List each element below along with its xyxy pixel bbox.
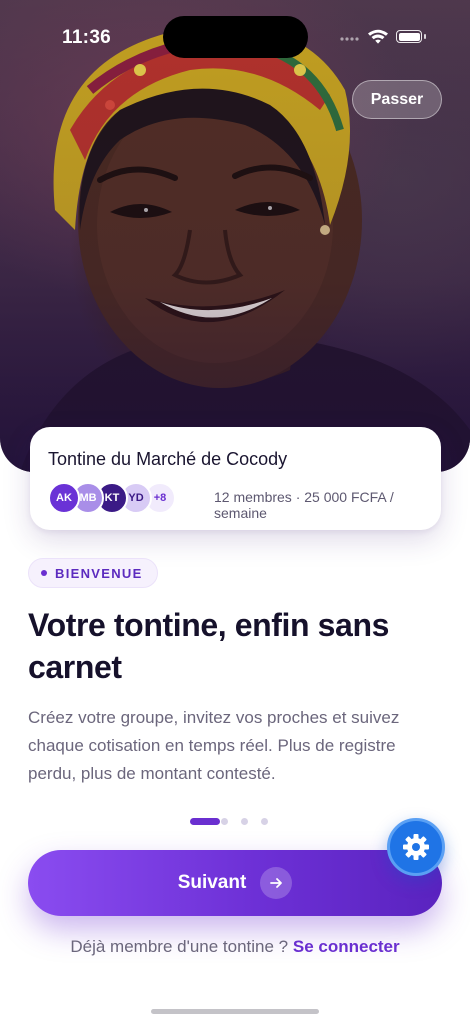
pagination-dot[interactable] bbox=[261, 818, 268, 825]
login-link[interactable]: Se connecter bbox=[293, 937, 400, 956]
login-prompt: Déjà membre d'une tontine ? Se connecter bbox=[0, 937, 470, 957]
wifi-icon bbox=[368, 29, 388, 44]
pagination-dot-active[interactable] bbox=[190, 818, 220, 825]
welcome-badge: BIENVENUE bbox=[28, 558, 158, 588]
next-button-label: Suivant bbox=[177, 872, 247, 893]
pagination-dot[interactable] bbox=[221, 818, 228, 825]
group-preview-card: Tontine du Marché de Cocody AK MB KT YD … bbox=[30, 427, 441, 530]
gear-icon bbox=[403, 834, 429, 860]
badge-label: BIENVENUE bbox=[55, 565, 143, 581]
page-title: Votre tontine, enfin sans carnet bbox=[28, 607, 390, 685]
settings-gear-button[interactable] bbox=[387, 818, 445, 876]
status-time: 11:36 bbox=[62, 27, 112, 48]
battery-icon bbox=[396, 30, 422, 43]
skip-button[interactable]: Passer bbox=[352, 80, 442, 119]
dynamic-island bbox=[163, 16, 308, 58]
badge-dot-icon bbox=[41, 570, 47, 576]
hero-photo bbox=[0, 0, 470, 472]
avatar: AK bbox=[48, 482, 80, 514]
page-description: Créez votre groupe, invitez vos proches … bbox=[28, 708, 400, 783]
pagination-dot[interactable] bbox=[241, 818, 248, 825]
group-meta: 12 membres · 25 000 FCFA / semaine bbox=[214, 489, 394, 521]
next-button[interactable]: Suivant bbox=[28, 850, 442, 916]
home-indicator bbox=[151, 1009, 319, 1014]
arrow-right-icon bbox=[260, 867, 293, 899]
login-prompt-text: Déjà membre d'une tontine ? bbox=[70, 937, 289, 956]
signal-icon bbox=[340, 37, 359, 41]
group-name: Tontine du Marché de Cocody bbox=[48, 449, 288, 469]
